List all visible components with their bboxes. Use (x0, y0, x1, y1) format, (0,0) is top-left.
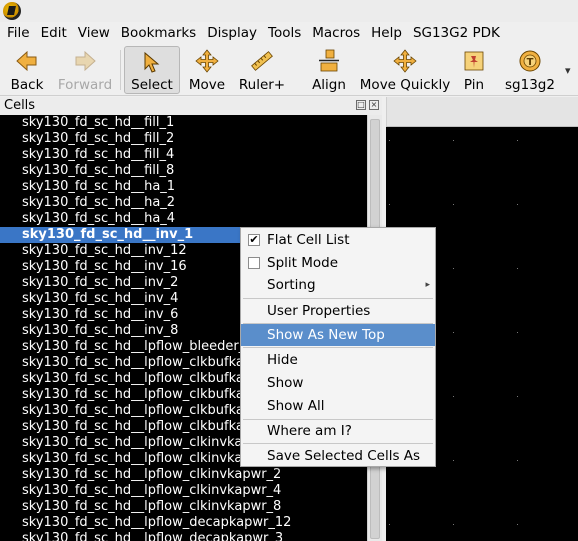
menu-macros[interactable]: Macros (312, 25, 360, 41)
grid-dot (453, 396, 454, 397)
cell-list-item[interactable]: sky130_fd_sc_hd__fill_1 (0, 115, 367, 131)
grid-dot (517, 524, 518, 525)
flat-cell-list-checkbox[interactable]: ✔ (248, 234, 260, 246)
menu-bookmarks[interactable]: Bookmarks (121, 25, 196, 41)
menu-sg13g2-pdk[interactable]: SG13G2 PDK (413, 25, 500, 41)
menu-show[interactable]: Show (241, 372, 435, 394)
cell-list-item[interactable]: sky130_fd_sc_hd__lpflow_decapkapwr_12 (0, 515, 367, 531)
layout-tab-bar (386, 97, 578, 127)
cell-list-item[interactable]: sky130_fd_sc_hd__lpflow_clkinvkapwr_4 (0, 483, 367, 499)
sg13g2-tech-icon: T (517, 49, 543, 73)
main-toolbar: Back Forward Select Move Ruler+ Align Mo… (0, 44, 578, 96)
arrow-right-icon (72, 49, 98, 73)
menu-split-mode[interactable]: Split Mode (241, 252, 435, 274)
menu-show-as-new-top[interactable]: Show As New Top (241, 324, 435, 346)
menu-show-all[interactable]: Show All (241, 395, 435, 417)
move-quickly-arrows-icon (392, 49, 418, 73)
cell-list-item[interactable]: sky130_fd_sc_hd__ha_4 (0, 211, 367, 227)
menu-edit[interactable]: Edit (41, 25, 67, 41)
cell-list-item[interactable]: sky130_fd_sc_hd__fill_2 (0, 131, 367, 147)
window-titlebar (0, 0, 578, 22)
grid-dot (453, 460, 454, 461)
menu-flat-cell-list[interactable]: ✔ Flat Cell List (241, 229, 435, 251)
ruler-icon (249, 49, 275, 73)
klayout-app-icon[interactable] (3, 2, 21, 20)
menu-sorting[interactable]: Sorting ▸ (241, 274, 435, 296)
menu-view[interactable]: View (78, 25, 110, 41)
menu-file[interactable]: File (7, 25, 30, 41)
grid-dot (453, 140, 454, 141)
back-button[interactable]: Back (6, 46, 48, 94)
menubar: File Edit View Bookmarks Display Tools M… (0, 22, 578, 44)
menu-user-properties[interactable]: User Properties (241, 300, 435, 322)
forward-button[interactable]: Forward (56, 46, 114, 94)
cell-list-item[interactable]: sky130_fd_sc_hd__lpflow_clkinvkapwr_2 (0, 467, 367, 483)
sg13g2-button[interactable]: T sg13g2 (500, 46, 560, 94)
arrow-left-icon (14, 49, 40, 73)
submenu-arrow-icon: ▸ (425, 280, 430, 290)
menu-where-am-i[interactable]: Where am I? (241, 420, 435, 442)
toolbar-overflow-icon[interactable]: ▾ (565, 64, 571, 77)
select-button[interactable]: Select (124, 46, 180, 94)
menu-help[interactable]: Help (371, 25, 402, 41)
cells-panel-title: Cells (4, 98, 36, 113)
grid-dot (389, 524, 390, 525)
grid-dot (389, 140, 390, 141)
menu-hide[interactable]: Hide (241, 349, 435, 371)
align-button[interactable]: Align (308, 46, 350, 94)
float-panel-icon[interactable]: □ (356, 100, 366, 110)
cursor-arrow-icon (139, 50, 165, 73)
cell-list-item[interactable]: sky130_fd_sc_hd__lpflow_decapkapwr_3 (0, 531, 367, 541)
cell-list-item[interactable]: sky130_fd_sc_hd__fill_8 (0, 163, 367, 179)
grid-dot (453, 524, 454, 525)
menu-separator (243, 347, 433, 348)
move-arrows-icon (194, 49, 220, 73)
grid-dot (517, 268, 518, 269)
menu-separator (243, 298, 433, 299)
grid-dot (517, 204, 518, 205)
toolbar-separator (120, 50, 121, 90)
grid-dot (453, 204, 454, 205)
move-button[interactable]: Move (186, 46, 228, 94)
menu-separator (243, 443, 433, 444)
menu-display[interactable]: Display (207, 25, 257, 41)
split-mode-checkbox[interactable] (248, 257, 260, 269)
cell-context-menu: ✔ Flat Cell List Split Mode Sorting ▸ Us… (240, 227, 436, 467)
pin-button[interactable]: Pin (458, 46, 490, 94)
grid-dot (453, 332, 454, 333)
grid-dot (517, 396, 518, 397)
align-icon (316, 49, 342, 73)
grid-dot (389, 204, 390, 205)
grid-dot (517, 460, 518, 461)
menu-tools[interactable]: Tools (268, 25, 301, 41)
cell-list-item[interactable]: sky130_fd_sc_hd__fill_4 (0, 147, 367, 163)
ruler-button[interactable]: Ruler+ (236, 46, 288, 94)
move-quickly-button[interactable]: Move Quickly (358, 46, 452, 94)
grid-dot (517, 140, 518, 141)
grid-dot (517, 332, 518, 333)
cells-panel-header: Cells □ × (0, 97, 382, 115)
grid-dot (453, 268, 454, 269)
close-panel-icon[interactable]: × (369, 100, 379, 110)
cell-list-item[interactable]: sky130_fd_sc_hd__ha_2 (0, 195, 367, 211)
cell-list-item[interactable]: sky130_fd_sc_hd__lpflow_clkinvkapwr_8 (0, 499, 367, 515)
svg-text:T: T (527, 57, 534, 68)
pin-icon (461, 49, 487, 73)
menu-save-selected-cells-as[interactable]: Save Selected Cells As (241, 445, 435, 467)
cell-list-item[interactable]: sky130_fd_sc_hd__ha_1 (0, 179, 367, 195)
